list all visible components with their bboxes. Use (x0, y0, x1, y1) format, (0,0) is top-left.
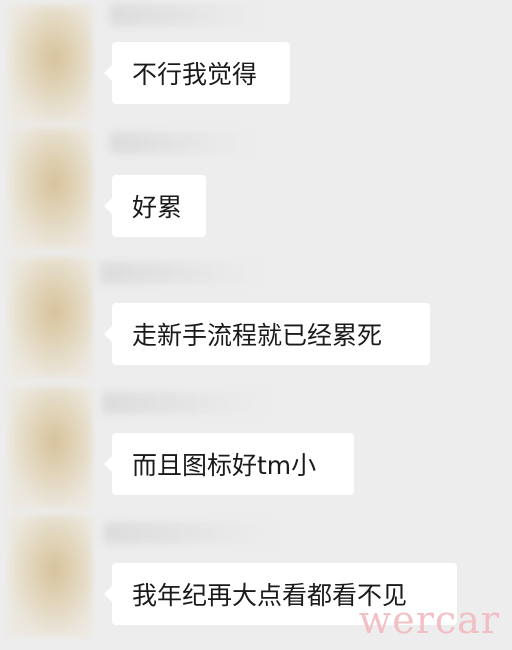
sender-name-blurred (110, 132, 250, 154)
sender-name-blurred (100, 262, 260, 284)
message-bubble[interactable]: 而且图标好tm小 (112, 433, 354, 495)
avatar[interactable] (8, 128, 92, 250)
message-bubble[interactable]: 不行我觉得 (112, 42, 290, 104)
avatar[interactable] (8, 515, 92, 637)
sender-name-blurred (110, 4, 260, 26)
message-text: 好累 (132, 193, 183, 222)
avatar[interactable] (8, 5, 92, 123)
message-bubble[interactable]: 走新手流程就已经累死 (112, 303, 430, 365)
message-text: 不行我觉得 (132, 60, 258, 89)
sender-name-blurred (102, 392, 267, 414)
avatar[interactable] (8, 257, 92, 379)
sender-name-blurred (104, 522, 274, 544)
message-text: 而且图标好tm小 (132, 451, 317, 480)
message-text: 走新手流程就已经累死 (132, 321, 383, 350)
watermark: wercar (358, 598, 500, 642)
message-bubble[interactable]: 好累 (112, 175, 206, 237)
avatar[interactable] (8, 387, 92, 509)
